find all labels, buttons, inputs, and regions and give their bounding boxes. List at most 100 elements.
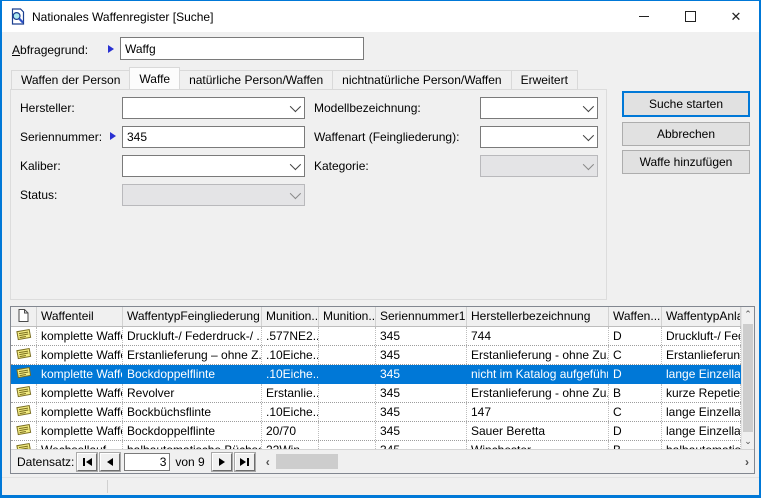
last-record-icon	[240, 458, 246, 466]
add-weapon-button[interactable]: Waffe hinzufügen	[622, 150, 750, 174]
horizontal-scrollbar[interactable]: ‹ ›	[263, 453, 752, 470]
last-record-button[interactable]	[235, 453, 255, 471]
grid-cell	[319, 441, 376, 449]
vertical-scrollbar[interactable]: ⌃ ⌄	[741, 307, 754, 449]
minimize-icon	[639, 16, 649, 17]
current-record-input[interactable]: 3	[124, 453, 170, 471]
waffenart-label: Waffenart (Feingliederung):	[314, 130, 459, 144]
grid-cell: lange Einzellader	[662, 403, 741, 421]
table-row[interactable]: komplette WaffeBockdoppelflinte20/70345S…	[11, 422, 741, 441]
grid-cell: Druckluft-/ Federdruck-/ ...	[123, 327, 262, 345]
scroll-down-icon[interactable]: ⌄	[742, 434, 754, 449]
tab-3[interactable]: nichtnatürliche Person/Waffen	[332, 70, 511, 90]
query-reason-label-rest: bfragegrund:	[20, 43, 88, 57]
kaliber-label: Kaliber:	[20, 159, 61, 173]
tab-2[interactable]: natürliche Person/Waffen	[179, 70, 333, 90]
title-bar: Nationales Waffenregister [Suche] ✕	[2, 1, 759, 32]
column-header-6[interactable]: Waffen...	[609, 307, 662, 326]
previous-record-icon	[107, 458, 113, 466]
scroll-up-icon[interactable]: ⌃	[742, 307, 754, 322]
waffenart-combobox[interactable]	[480, 126, 598, 148]
grid-cell: halbautomatisch	[662, 441, 741, 449]
query-reason-input[interactable]	[120, 37, 364, 60]
search-button[interactable]: Suche starten	[622, 91, 750, 117]
grid-cell: 345	[376, 384, 467, 402]
column-header-5[interactable]: Herstellerbezeichnung	[467, 307, 609, 326]
table-row[interactable]: komplette WaffeRevolverErstanlie... 345Er…	[11, 384, 741, 403]
grid-cell: 345	[376, 422, 467, 440]
grid-cell: Bockdoppelflinte	[123, 365, 262, 383]
grid-cell: 345	[376, 346, 467, 364]
horizontal-scrollbar-thumb[interactable]	[276, 454, 338, 469]
modellbezeichnung-combobox[interactable]	[480, 97, 598, 119]
table-row[interactable]: komplette WaffeErstanlieferung – ohne Z.…	[11, 346, 741, 365]
record-icon	[11, 384, 37, 402]
column-header-1[interactable]: WaffentypFeingliederung	[123, 307, 262, 326]
next-record-button[interactable]	[212, 453, 232, 471]
maximize-icon	[685, 11, 696, 22]
grid-cell: D	[609, 422, 662, 440]
table-row[interactable]: Wechsellaufhalbautomatische Büchse22Win.…	[11, 441, 741, 449]
close-button[interactable]: ✕	[713, 1, 759, 32]
cancel-button[interactable]: Abbrechen	[622, 122, 750, 146]
chevron-down-icon	[290, 159, 301, 170]
close-icon: ✕	[731, 10, 742, 23]
grid-cell: 345	[376, 327, 467, 345]
tab-0[interactable]: Waffen der Person	[11, 70, 130, 90]
grid-header: WaffenteilWaffentypFeingliederungMunitio…	[11, 307, 754, 327]
column-header-7[interactable]: WaffentypAnlage	[662, 307, 741, 326]
hersteller-combobox[interactable]	[122, 97, 305, 119]
note-icon	[16, 366, 32, 382]
kategorie-combobox	[480, 155, 598, 177]
first-record-button[interactable]	[77, 453, 97, 471]
tab-bar: Waffen der PersonWaffenatürliche Person/…	[11, 70, 577, 90]
query-reason-label: Abfragegrund:	[12, 43, 88, 57]
grid-cell: Revolver	[123, 384, 262, 402]
grid-cell: komplette Waffe	[37, 384, 123, 402]
status-bar	[2, 477, 759, 495]
record-navigator: Datensatz: 3 von 9 ‹ ›	[11, 449, 754, 473]
vertical-scrollbar-thumb[interactable]	[743, 324, 753, 432]
table-row[interactable]: komplette WaffeDruckluft-/ Federdruck-/ …	[11, 327, 741, 346]
grid-cell: .10Eiche...	[262, 346, 319, 364]
scroll-left-icon[interactable]: ‹	[263, 456, 273, 468]
record-icon	[11, 346, 37, 364]
grid-cell: komplette Waffe	[37, 422, 123, 440]
tab-4[interactable]: Erweitert	[511, 70, 578, 90]
seriennummer-label: Seriennummer:	[20, 130, 102, 144]
grid-cell: Erstanlieferung - ohne Zu...	[467, 384, 609, 402]
note-icon	[16, 423, 32, 439]
grid-cell: Erstanlie...	[262, 384, 319, 402]
window-title: Nationales Waffenregister [Suche]	[32, 10, 213, 24]
scroll-right-icon[interactable]: ›	[742, 456, 752, 468]
table-row[interactable]: komplette WaffeBockdoppelflinte.10Eiche.…	[11, 365, 741, 384]
previous-record-button[interactable]	[100, 453, 120, 471]
table-row[interactable]: komplette WaffeBockbüchsflinte.10Eiche..…	[11, 403, 741, 422]
record-count-label: von 9	[175, 455, 204, 469]
seriennummer-input[interactable]	[122, 126, 305, 148]
column-header-0[interactable]: Waffenteil	[37, 307, 123, 326]
column-header-2[interactable]: Munition...	[262, 307, 319, 326]
minimize-button[interactable]	[621, 1, 667, 32]
grid-cell	[319, 365, 376, 383]
grid-cell: kurze Repetier-S	[662, 384, 741, 402]
hersteller-label: Hersteller:	[20, 101, 75, 115]
grid-cell: 345	[376, 365, 467, 383]
column-header-4[interactable]: Seriennummer1	[376, 307, 467, 326]
grid-cell: Erstanlieferung - ohne Zu...	[467, 346, 609, 364]
grid-body: komplette Waffe Druckluft-/ Federdruck-/ …	[11, 327, 741, 449]
grid-cell: 345	[376, 441, 467, 449]
tab-1[interactable]: Waffe	[129, 67, 180, 90]
column-header-3[interactable]: Munition...	[319, 307, 376, 326]
grid-cell: B	[609, 384, 662, 402]
modellbezeichnung-label: Modellbezeichnung:	[314, 101, 421, 115]
grid-cell: halbautomatische Büchse	[123, 441, 262, 449]
kaliber-combobox[interactable]	[122, 155, 305, 177]
record-icon	[11, 365, 37, 383]
maximize-button[interactable]	[667, 1, 713, 32]
grid-cell: .577NE2...	[262, 327, 319, 345]
grid-cell: 22Win...	[262, 441, 319, 449]
record-icon	[11, 422, 37, 440]
grid-cell: lange Einzellader	[662, 365, 741, 383]
chevron-down-icon	[583, 159, 594, 170]
